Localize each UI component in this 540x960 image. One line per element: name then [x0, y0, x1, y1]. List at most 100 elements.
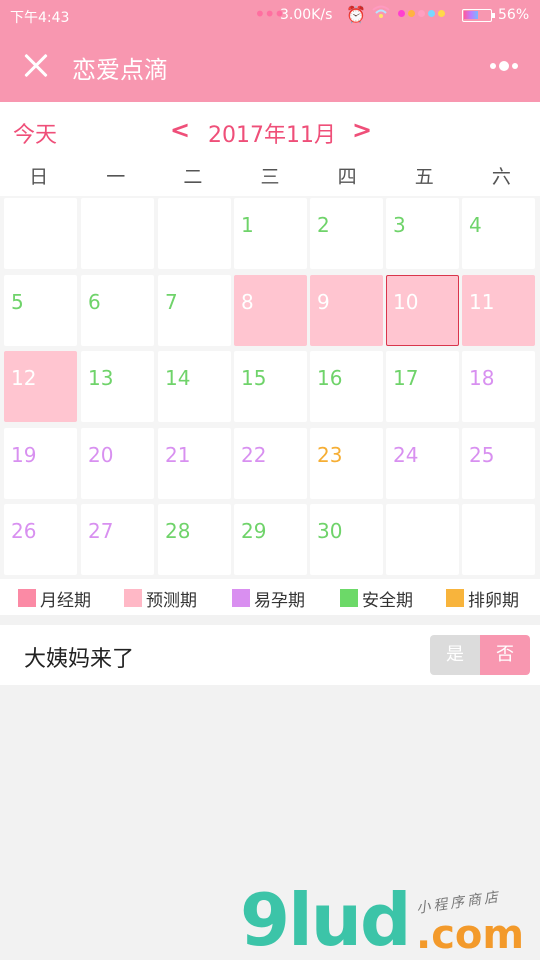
weekday-label: 五 — [414, 166, 434, 188]
calendar-day-30[interactable]: 30 — [310, 504, 383, 575]
weekday-header: 日一二三四五六 — [0, 158, 540, 196]
calendar-day-21[interactable]: 21 — [158, 428, 231, 499]
legend-item: 易孕期 — [232, 587, 305, 611]
day-number: 13 — [88, 366, 114, 390]
day-number: 12 — [11, 366, 37, 390]
calendar-day-empty — [81, 198, 154, 269]
calendar-day-26[interactable]: 26 — [4, 504, 77, 575]
notification-dots-icon — [398, 10, 445, 17]
legend-label: 安全期 — [362, 590, 413, 611]
calendar-day-7[interactable]: 7 — [158, 275, 231, 346]
legend-label: 易孕期 — [254, 590, 305, 611]
battery-icon — [462, 9, 495, 22]
day-number: 28 — [165, 519, 191, 543]
status-dot — [428, 10, 435, 17]
period-toggle: 是 否 — [430, 635, 530, 675]
calendar-day-13[interactable]: 13 — [81, 351, 154, 422]
calendar-day-9[interactable]: 9 — [310, 275, 383, 346]
period-label: 大姨妈来了 — [24, 647, 135, 672]
legend: 月经期 预测期 易孕期 安全期 排卵期 — [0, 579, 540, 615]
calendar-day-empty — [386, 504, 459, 575]
next-month-button[interactable]: > — [352, 116, 372, 144]
day-number: 7 — [165, 290, 178, 314]
calendar-day-3[interactable]: 3 — [386, 198, 459, 269]
calendar-day-1[interactable]: 1 — [234, 198, 307, 269]
weekday-label: 日 — [29, 166, 49, 188]
day-number: 17 — [393, 366, 419, 390]
calendar-day-16[interactable]: 16 — [310, 351, 383, 422]
day-number: 22 — [241, 443, 267, 467]
legend-swatch — [232, 589, 250, 607]
wifi-icon — [372, 4, 390, 23]
day-number: 14 — [165, 366, 191, 390]
calendar-day-17[interactable]: 17 — [386, 351, 459, 422]
day-number: 2 — [317, 213, 330, 237]
toggle-no-button[interactable]: 否 — [480, 635, 530, 675]
weekday-label: 六 — [491, 166, 511, 188]
legend-label: 月经期 — [40, 590, 91, 611]
calendar-day-18[interactable]: 18 — [462, 351, 535, 422]
calendar-day-empty — [462, 504, 535, 575]
calendar-day-20[interactable]: 20 — [81, 428, 154, 499]
calendar-day-23[interactable]: 23 — [310, 428, 383, 499]
calendar-day-14[interactable]: 14 — [158, 351, 231, 422]
network-speed: 3.00K/s — [280, 7, 333, 23]
signal-dots-icon: ••• — [254, 2, 285, 26]
day-number: 25 — [469, 443, 495, 467]
legend-label: 排卵期 — [468, 590, 519, 611]
day-number: 19 — [11, 443, 37, 467]
status-dot — [438, 10, 445, 17]
legend-item: 预测期 — [124, 587, 197, 611]
watermark-logo: 9lud 小程序商店 .com — [240, 878, 540, 960]
calendar-day-22[interactable]: 22 — [234, 428, 307, 499]
calendar-day-6[interactable]: 6 — [81, 275, 154, 346]
calendar-day-15[interactable]: 15 — [234, 351, 307, 422]
legend-swatch — [446, 589, 464, 607]
calendar-day-19[interactable]: 19 — [4, 428, 77, 499]
day-number: 3 — [393, 213, 406, 237]
calendar-day-12[interactable]: 12 — [4, 351, 77, 422]
calendar-day-10[interactable]: 10 — [386, 275, 459, 346]
status-dot — [408, 10, 415, 17]
calendar-day-24[interactable]: 24 — [386, 428, 459, 499]
watermark-suffix: .com — [416, 912, 525, 958]
close-icon[interactable] — [20, 50, 52, 82]
day-number: 26 — [11, 519, 37, 543]
legend-swatch — [124, 589, 142, 607]
status-dot — [418, 10, 425, 17]
day-number: 18 — [469, 366, 495, 390]
calendar-day-4[interactable]: 4 — [462, 198, 535, 269]
status-time: 下午4:43 — [10, 10, 70, 26]
day-number: 5 — [11, 290, 24, 314]
day-number: 8 — [241, 290, 254, 314]
calendar-day-empty — [158, 198, 231, 269]
day-number: 4 — [469, 213, 482, 237]
toggle-yes-button[interactable]: 是 — [430, 635, 480, 675]
calendar-day-28[interactable]: 28 — [158, 504, 231, 575]
day-number: 23 — [317, 443, 343, 467]
calendar-day-25[interactable]: 25 — [462, 428, 535, 499]
calendar-day-27[interactable]: 27 — [81, 504, 154, 575]
weekday-label: 一 — [106, 166, 126, 188]
day-number: 21 — [165, 443, 191, 467]
more-icon[interactable] — [488, 60, 522, 74]
legend-item: 排卵期 — [446, 587, 519, 611]
legend-swatch — [340, 589, 358, 607]
day-number: 30 — [317, 519, 343, 543]
calendar-day-29[interactable]: 29 — [234, 504, 307, 575]
weekday-label: 三 — [260, 166, 280, 188]
period-toggle-row: 大姨妈来了 是 否 — [0, 625, 540, 685]
calendar-day-8[interactable]: 8 — [234, 275, 307, 346]
calendar-day-2[interactable]: 2 — [310, 198, 383, 269]
today-button[interactable]: 今天 — [13, 117, 57, 149]
prev-month-button[interactable]: < — [170, 116, 190, 144]
calendar-day-5[interactable]: 5 — [4, 275, 77, 346]
legend-swatch — [18, 589, 36, 607]
calendar-day-empty — [4, 198, 77, 269]
calendar-toolbar: 今天 < 2017年11月 > — [0, 102, 540, 158]
page-title: 恋爱点滴 — [72, 56, 168, 84]
calendar-panel: 今天 < 2017年11月 > 日一二三四五六 1 2 3 4 5 6 7 8 9 10 11 12 1… — [0, 102, 540, 579]
day-number: 15 — [241, 366, 267, 390]
day-number: 29 — [241, 519, 267, 543]
calendar-day-11[interactable]: 11 — [462, 275, 535, 346]
